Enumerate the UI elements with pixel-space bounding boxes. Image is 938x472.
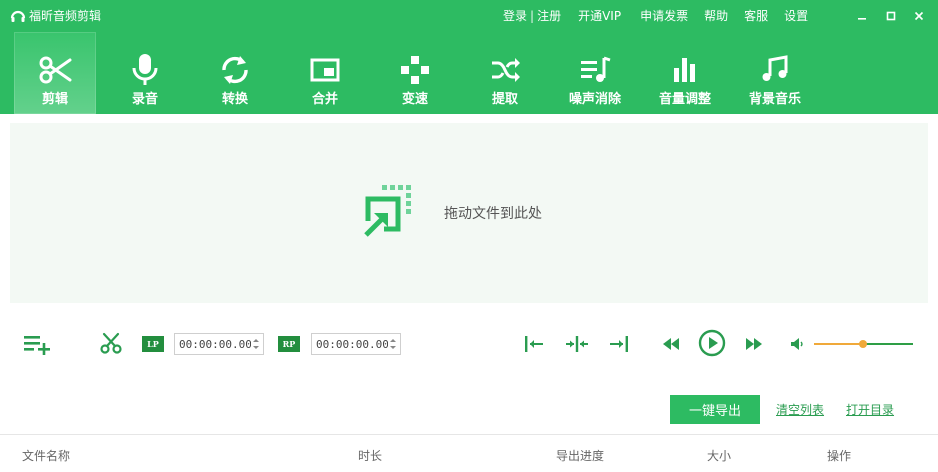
lp-tag: LP (142, 336, 164, 352)
one-click-export-button[interactable]: 一键导出 (670, 395, 760, 424)
column-header-size[interactable]: 大小 (707, 448, 731, 464)
jump-to-middle-button[interactable] (565, 333, 589, 355)
music-note-icon (762, 55, 788, 81)
align-left-icon (525, 336, 543, 352)
invoice-link[interactable]: 申请发票 (640, 8, 688, 24)
lp-time-input[interactable] (179, 336, 251, 352)
convert-icon (222, 56, 248, 84)
speaker-icon (791, 338, 803, 350)
fast-forward-icon (746, 338, 762, 350)
cut-button[interactable] (98, 332, 124, 356)
merge-icon (310, 58, 340, 82)
align-right-icon (610, 336, 628, 352)
tab-label: 录音 (131, 92, 158, 107)
tab-cut[interactable]: 剪辑 (14, 32, 96, 114)
register-link[interactable]: 注册 (537, 8, 561, 24)
play-icon (698, 329, 726, 357)
tab-label: 背景音乐 (748, 92, 801, 107)
help-link[interactable]: 帮助 (704, 8, 728, 24)
link-separator: | (530, 9, 535, 23)
tab-label: 变速 (401, 92, 428, 107)
tab-volume-adjust[interactable]: 音量调整 (644, 32, 726, 114)
add-list-icon (24, 336, 50, 355)
rp-time-input[interactable] (316, 336, 388, 352)
customer-service-link[interactable]: 客服 (744, 8, 768, 24)
maximize-button[interactable] (883, 8, 899, 24)
tab-label: 转换 (221, 92, 248, 107)
column-header-duration[interactable]: 时长 (358, 448, 382, 464)
fast-forward-button[interactable] (743, 334, 765, 354)
drop-hint-text: 拖动文件到此处 (444, 206, 542, 222)
minimize-icon (858, 18, 866, 20)
jump-to-end-button[interactable] (607, 333, 631, 355)
main-toolbar: 剪辑 录音 转换 合并 变速 提取 噪声消除 音量调整 背景音乐 (0, 32, 938, 114)
tab-background-music[interactable]: 背景音乐 (734, 32, 816, 114)
play-button[interactable] (697, 328, 727, 358)
rp-tag: RP (278, 336, 300, 352)
close-button[interactable] (911, 8, 927, 24)
column-header-export-progress[interactable]: 导出进度 (556, 448, 604, 464)
column-header-actions[interactable]: 操作 (827, 448, 851, 464)
microphone-icon (132, 54, 158, 85)
tab-label: 音量调整 (658, 92, 711, 107)
spinner-arrows-icon[interactable] (389, 337, 397, 351)
speed-icon (401, 56, 429, 84)
spinner-arrows-icon[interactable] (252, 337, 260, 351)
rewind-button[interactable] (660, 334, 682, 354)
header-links: 登录 | 注册 开通VIP 申请发票 帮助 客服 设置 (503, 8, 808, 24)
tab-speed[interactable]: 变速 (374, 32, 456, 114)
settings-link[interactable]: 设置 (784, 8, 808, 24)
volume-remaining-track (863, 343, 913, 345)
open-directory-link[interactable]: 打开目录 (846, 402, 894, 418)
volume-slider[interactable] (814, 340, 913, 348)
app-logo-icon (10, 10, 26, 22)
file-table-header: 文件名称 时长 导出进度 大小 操作 (0, 434, 938, 472)
tab-label: 噪声消除 (568, 92, 621, 107)
login-link[interactable]: 登录 (503, 8, 527, 24)
rewind-icon (663, 338, 679, 350)
tab-label: 剪辑 (41, 92, 68, 107)
rp-time-field[interactable] (311, 333, 401, 355)
scissors-icon (100, 332, 122, 354)
noise-removal-icon (581, 56, 611, 82)
scissors-icon (39, 56, 72, 84)
tab-convert[interactable]: 转换 (194, 32, 276, 114)
add-file-button[interactable] (22, 333, 52, 355)
volume-level-fill (814, 343, 863, 345)
tab-label: 合并 (311, 92, 338, 107)
vip-link[interactable]: 开通VIP (578, 8, 621, 24)
shuffle-icon (492, 58, 520, 82)
drag-drop-icon (364, 185, 411, 237)
column-header-file-name[interactable]: 文件名称 (22, 448, 70, 464)
lp-time-field[interactable] (174, 333, 264, 355)
tab-label: 提取 (491, 92, 518, 107)
volume-button[interactable] (788, 335, 806, 353)
volume-bars-icon (674, 58, 695, 82)
tab-extract[interactable]: 提取 (464, 32, 546, 114)
tab-merge[interactable]: 合并 (284, 32, 366, 114)
align-center-icon (566, 336, 588, 352)
volume-slider-handle[interactable] (859, 340, 867, 348)
maximize-icon (886, 11, 896, 21)
close-icon (914, 11, 924, 21)
clear-list-link[interactable]: 清空列表 (776, 402, 824, 418)
jump-to-start-button[interactable] (522, 333, 546, 355)
app-title: 福昕音频剪辑 (29, 9, 102, 23)
file-drop-zone[interactable]: 拖动文件到此处 (10, 123, 928, 303)
tab-noise-removal[interactable]: 噪声消除 (554, 32, 636, 114)
minimize-button[interactable] (854, 8, 870, 24)
title-bar: 福昕音频剪辑 登录 | 注册 开通VIP 申请发票 帮助 客服 设置 (0, 0, 938, 32)
tab-record[interactable]: 录音 (104, 32, 186, 114)
